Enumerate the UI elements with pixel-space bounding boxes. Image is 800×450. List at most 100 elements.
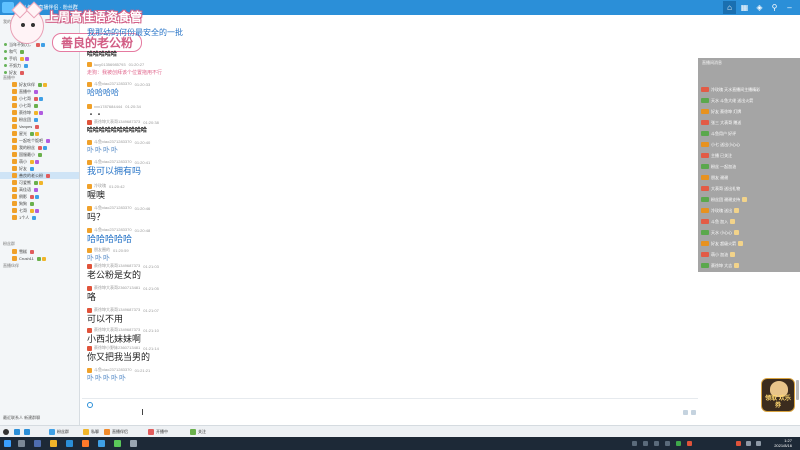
message-user[interactable]: 斗鱼xiao2371283370 — [94, 367, 132, 373]
sidebar-item[interactable]: 七哥 — [0, 207, 79, 214]
sidebar-item[interactable]: 小七哥 — [0, 95, 79, 102]
taskbar-item[interactable]: 直播伴侣 — [104, 428, 128, 436]
sidebar-item[interactable]: 好友 — [0, 69, 79, 76]
windows-start-icon[interactable] — [4, 440, 11, 447]
chat-message[interactable]: 蔡徐坤小野妹2360713481 01:21:14 你又把我当男的 — [87, 345, 159, 362]
chat-message[interactable]: 斗鱼xiao2371283370 01:20:46 吗？ — [87, 205, 150, 222]
emoji-icon[interactable] — [87, 402, 93, 408]
sidebar-item[interactable]: 直播中 — [0, 88, 79, 95]
system-clock[interactable]: 1:27 2021/8/16 — [774, 438, 792, 448]
chat-messages[interactable]: 我那幼的何份最安全的一批 哈哈哈哈哈 lucy01356985793 01:20:27… — [82, 15, 698, 398]
chat-message[interactable]: 斗鱼xiao2371283370 01:20:40 卟卟卟卟 — [87, 139, 150, 156]
sidebar-item[interactable]: 狗狗 — [0, 200, 79, 207]
message-user[interactable]: 斗鱼xiao2371283370 — [94, 159, 132, 165]
message-user[interactable]: 朋友圈的 — [94, 247, 110, 253]
sidebar-item[interactable]: 一起吃个饭吧 — [0, 137, 79, 144]
sidebar-item[interactable]: 粉丝团 — [0, 116, 79, 123]
message-user[interactable]: 斗鱼xiao2371283370 — [94, 227, 132, 233]
tray-icon[interactable] — [676, 441, 681, 446]
search-icon[interactable] — [18, 440, 25, 447]
home-icon[interactable]: ⌂ — [723, 1, 736, 14]
message-user[interactable]: 蔡徐坤大表哥1349687373 — [94, 327, 140, 333]
message-user[interactable]: 蔡徐坤小野妹2360713481 — [94, 345, 140, 351]
douyu-icon[interactable] — [98, 440, 105, 447]
chat-message[interactable]: 蔡徐坤大表哥1349687373 01:20:38 哈哈哈哈哈哈哈哈哈哈 — [87, 119, 159, 136]
tray-icon[interactable] — [643, 441, 648, 446]
tray-icon[interactable] — [654, 441, 659, 446]
gift-badge[interactable]: 领取 欢乐券 — [761, 378, 795, 412]
chat-message[interactable]: xxx1787684444 01:20:34 ・・ — [87, 103, 141, 120]
group-header[interactable]: 粉丝群 — [3, 241, 15, 247]
taskbar-item[interactable]: 关注 — [190, 428, 206, 436]
message-user[interactable]: 冷玫瑰 — [94, 183, 106, 189]
chat-message[interactable]: 我那幼的何份最安全的一批 — [87, 27, 183, 38]
sidebar-item[interactable]: 我的粉丝 — [0, 144, 79, 151]
message-user[interactable]: 斗鱼xiao2371283370 — [94, 205, 132, 211]
tray-icon[interactable] — [736, 441, 741, 446]
sidebar-item[interactable]: 不努力 — [0, 62, 79, 69]
message-user[interactable]: 蔡徐坤大表哥1349687373 — [94, 307, 140, 313]
send-icon[interactable] — [691, 410, 696, 415]
sidebar-item[interactable]: 倒影 — [0, 193, 79, 200]
taskbar-item[interactable]: 开播中 — [148, 428, 168, 436]
chat-message[interactable]: 蔡徐坤大表哥1349687373 01:21:03 老公粉是女的 — [87, 263, 159, 280]
chat-message[interactable]: 朋友圈的 01:20:59 卟卟卟 — [87, 247, 129, 264]
tray-icon[interactable] — [687, 441, 692, 446]
sidebar-item[interactable]: Crush11 — [0, 255, 79, 262]
sidebar-footer[interactable]: 最近联系人 新建群聊 — [3, 415, 40, 421]
grid-icon[interactable]: ▦ — [738, 1, 751, 14]
chat-message[interactable]: 斗鱼xiao2371283370 01:20:33 哈哈哈哈 — [87, 81, 150, 98]
sidebar-item[interactable]: 好友 — [0, 165, 79, 172]
sidebar-item[interactable]: 星光 — [0, 130, 79, 137]
tray-icon[interactable] — [665, 441, 670, 446]
steam-icon[interactable] — [130, 440, 137, 447]
tray-icon[interactable] — [632, 441, 637, 446]
sidebar-item[interactable]: 高佳语 — [0, 186, 79, 193]
chat-message[interactable]: 蔡徐坤大表哥2360713481 01:21:05 咯 — [87, 285, 159, 302]
taskbar-item[interactable]: 粉丝群 — [49, 428, 69, 436]
message-user[interactable]: 蔡徐坤大表哥1349687373 — [94, 119, 140, 125]
sidebar-item[interactable]: 1个人 — [0, 214, 79, 221]
message-user[interactable]: xxx1787684444 — [94, 104, 122, 109]
network-icon[interactable] — [746, 441, 751, 446]
settings-icon[interactable] — [3, 428, 9, 436]
chat-message[interactable]: 哈哈哈哈哈 — [87, 49, 117, 60]
scrollbar[interactable] — [796, 380, 799, 400]
sidebar-item[interactable]: Vanpes — [0, 123, 79, 130]
image-icon[interactable] — [683, 410, 688, 415]
group-header[interactable]: 直播伙伴 — [3, 263, 19, 269]
sidebar-item[interactable]: 可爱熊 — [0, 179, 79, 186]
sidebar-item[interactable]: 萌小 — [0, 158, 79, 165]
chat-message[interactable]: 斗鱼xiao2371283370 01:20:41 我可以拥有吗 — [87, 159, 150, 176]
sidebar-item[interactable]: 国服最小 — [0, 151, 79, 158]
taskbar-item[interactable]: 私聊 — [83, 428, 99, 436]
chat-message[interactable]: 蔡徐坤大表哥1349687373 01:21:10 小西北妹妹啊 — [87, 327, 159, 344]
app-icon[interactable] — [82, 440, 89, 447]
message-user[interactable]: 蔡徐坤大表哥2360713481 — [94, 285, 140, 291]
search-icon[interactable]: ⚲ — [768, 1, 781, 14]
volume-icon[interactable] — [756, 441, 761, 446]
chat-message[interactable]: 冷玫瑰 01:20:42 喔噢 — [87, 183, 125, 200]
chat-message[interactable]: lucy01356985793 01:20:27 走狗：我被创拜该个位置拖用不行 — [87, 61, 162, 78]
message-input[interactable] — [82, 410, 698, 425]
minimize-icon[interactable]: – — [783, 1, 796, 14]
folder-icon[interactable] — [50, 440, 57, 447]
wechat-icon[interactable] — [114, 440, 121, 447]
message-user[interactable]: 斗鱼xiao2371283370 — [94, 81, 132, 87]
sidebar-item[interactable]: 小七哥 — [0, 102, 79, 109]
sidebar-item[interactable]: 善良的老公粉 — [0, 172, 79, 179]
chat-message[interactable]: 斗鱼xiao2371283370 01:21:21 卟卟卟卟卟 — [87, 367, 150, 384]
sidebar-item[interactable]: 好友伙伴 — [0, 81, 79, 88]
message-user[interactable]: 蔡徐坤大表哥1349687373 — [94, 263, 140, 269]
sidebar-item[interactable]: 蔡徐坤 — [0, 109, 79, 116]
message-user[interactable]: lucy01356985793 — [94, 62, 126, 67]
chat-message[interactable]: 蔡徐坤大表哥1349687373 01:21:07 可以不用 — [87, 307, 159, 324]
task-view-icon[interactable] — [34, 440, 41, 447]
sound-icon[interactable] — [24, 428, 30, 436]
user-icon[interactable] — [14, 428, 20, 436]
message-user[interactable]: 斗鱼xiao2371283370 — [94, 139, 132, 145]
browser-icon[interactable] — [66, 440, 73, 447]
sidebar-item[interactable]: 雪糕 — [0, 248, 79, 255]
chat-message[interactable]: 斗鱼xiao2371283370 01:20:48 哈哈哈哈哈 — [87, 227, 150, 244]
gamepad-icon[interactable]: ◈ — [753, 1, 766, 14]
